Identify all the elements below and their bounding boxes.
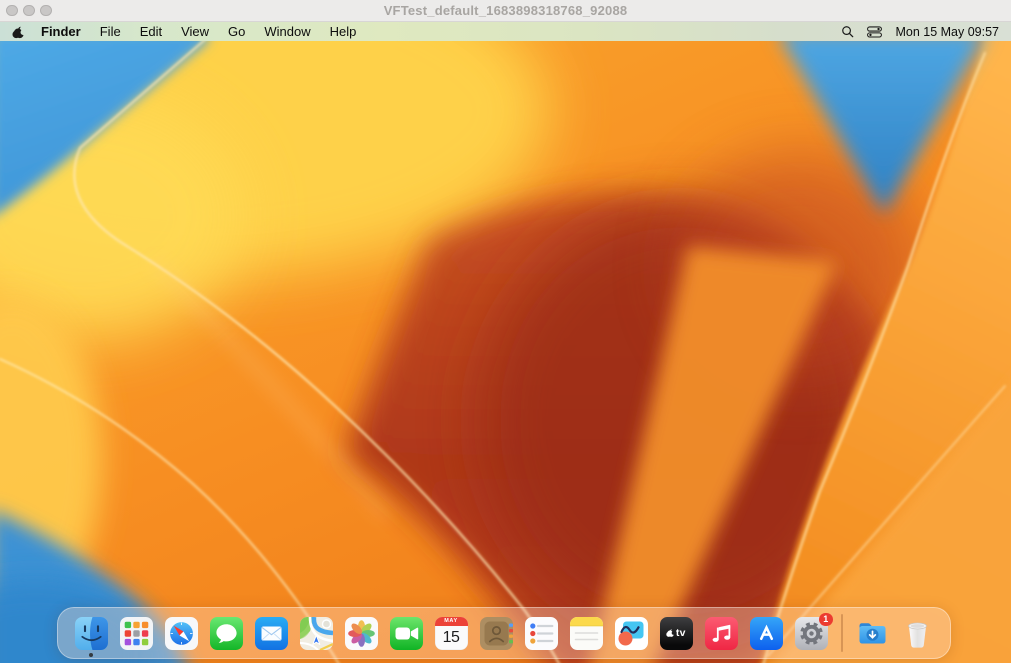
downloads-folder-icon bbox=[856, 617, 889, 650]
calendar-month-label: MAY bbox=[435, 617, 468, 627]
search-icon[interactable] bbox=[841, 25, 854, 38]
menu-bar-left: Finder File Edit View Go Window Help bbox=[10, 24, 372, 39]
apple-menu-icon[interactable] bbox=[12, 25, 24, 39]
dock-item-freeform[interactable] bbox=[615, 617, 648, 650]
dock-item-maps[interactable] bbox=[300, 617, 333, 650]
freeform-icon bbox=[615, 617, 648, 650]
dock-item-reminders[interactable] bbox=[525, 617, 558, 650]
ventura-wallpaper bbox=[0, 41, 1011, 663]
minimize-window-button[interactable] bbox=[23, 5, 35, 17]
zoom-window-button[interactable] bbox=[40, 5, 52, 17]
menu-item-view[interactable]: View bbox=[178, 24, 212, 39]
mail-icon bbox=[255, 617, 288, 650]
window-title: VFTest_default_1683898318768_92088 bbox=[0, 3, 1011, 18]
menu-bar-clock[interactable]: Mon 15 May 09:57 bbox=[895, 25, 1001, 39]
window-titlebar: VFTest_default_1683898318768_92088 bbox=[0, 0, 1011, 22]
calendar-icon: MAY 15 bbox=[435, 617, 468, 650]
dock-separator bbox=[841, 614, 843, 652]
dock-item-messages[interactable] bbox=[210, 617, 243, 650]
dock-item-contacts[interactable] bbox=[480, 617, 513, 650]
calendar-day-label: 15 bbox=[435, 626, 468, 650]
menu-bar-status: Mon 15 May 09:57 bbox=[841, 25, 1001, 39]
music-icon bbox=[705, 617, 738, 650]
contacts-icon bbox=[480, 617, 513, 650]
menu-bar: Finder File Edit View Go Window Help Mon… bbox=[0, 22, 1011, 41]
menu-item-file[interactable]: File bbox=[97, 24, 124, 39]
dock: MAY 15 bbox=[57, 607, 951, 659]
dock-item-system-settings[interactable]: 1 bbox=[795, 617, 828, 650]
menu-item-edit[interactable]: Edit bbox=[137, 24, 165, 39]
menu-item-go[interactable]: Go bbox=[225, 24, 248, 39]
vm-screen: VFTest_default_1683898318768_92088 Finde… bbox=[0, 0, 1011, 663]
menu-item-help[interactable]: Help bbox=[327, 24, 360, 39]
photos-icon bbox=[345, 617, 378, 650]
tv-label: tv bbox=[676, 627, 686, 639]
control-center-icon[interactable] bbox=[867, 26, 882, 38]
dock-item-music[interactable] bbox=[705, 617, 738, 650]
apple-logo-icon bbox=[666, 628, 674, 638]
maps-icon bbox=[300, 617, 333, 650]
launchpad-icon bbox=[120, 617, 153, 650]
safari-icon bbox=[165, 617, 198, 650]
dock-item-calendar[interactable]: MAY 15 bbox=[435, 617, 468, 650]
dock-item-downloads[interactable] bbox=[856, 617, 889, 650]
dock-item-photos[interactable] bbox=[345, 617, 378, 650]
dock-item-safari[interactable] bbox=[165, 617, 198, 650]
dock-item-notes[interactable] bbox=[570, 617, 603, 650]
menu-item-finder[interactable]: Finder bbox=[38, 24, 84, 39]
menu-item-window[interactable]: Window bbox=[261, 24, 313, 39]
messages-icon bbox=[210, 617, 243, 650]
dock-item-facetime[interactable] bbox=[390, 617, 423, 650]
notes-icon bbox=[570, 617, 603, 650]
trash-icon bbox=[901, 617, 934, 650]
traffic-lights bbox=[6, 0, 52, 21]
dock-item-finder[interactable] bbox=[75, 617, 108, 650]
dock-item-appstore[interactable] bbox=[750, 617, 783, 650]
facetime-icon bbox=[390, 617, 423, 650]
finder-icon bbox=[75, 617, 108, 650]
dock-item-launchpad[interactable] bbox=[120, 617, 153, 650]
close-window-button[interactable] bbox=[6, 5, 18, 17]
dock-item-trash[interactable] bbox=[901, 617, 934, 650]
running-indicator-dot bbox=[89, 653, 93, 657]
notification-badge: 1 bbox=[819, 613, 833, 627]
dock-item-mail[interactable] bbox=[255, 617, 288, 650]
reminders-icon bbox=[525, 617, 558, 650]
app-store-icon bbox=[750, 617, 783, 650]
dock-item-tv[interactable]: tv bbox=[660, 617, 693, 650]
tv-icon: tv bbox=[660, 617, 693, 650]
desktop: MAY 15 bbox=[0, 41, 1011, 663]
